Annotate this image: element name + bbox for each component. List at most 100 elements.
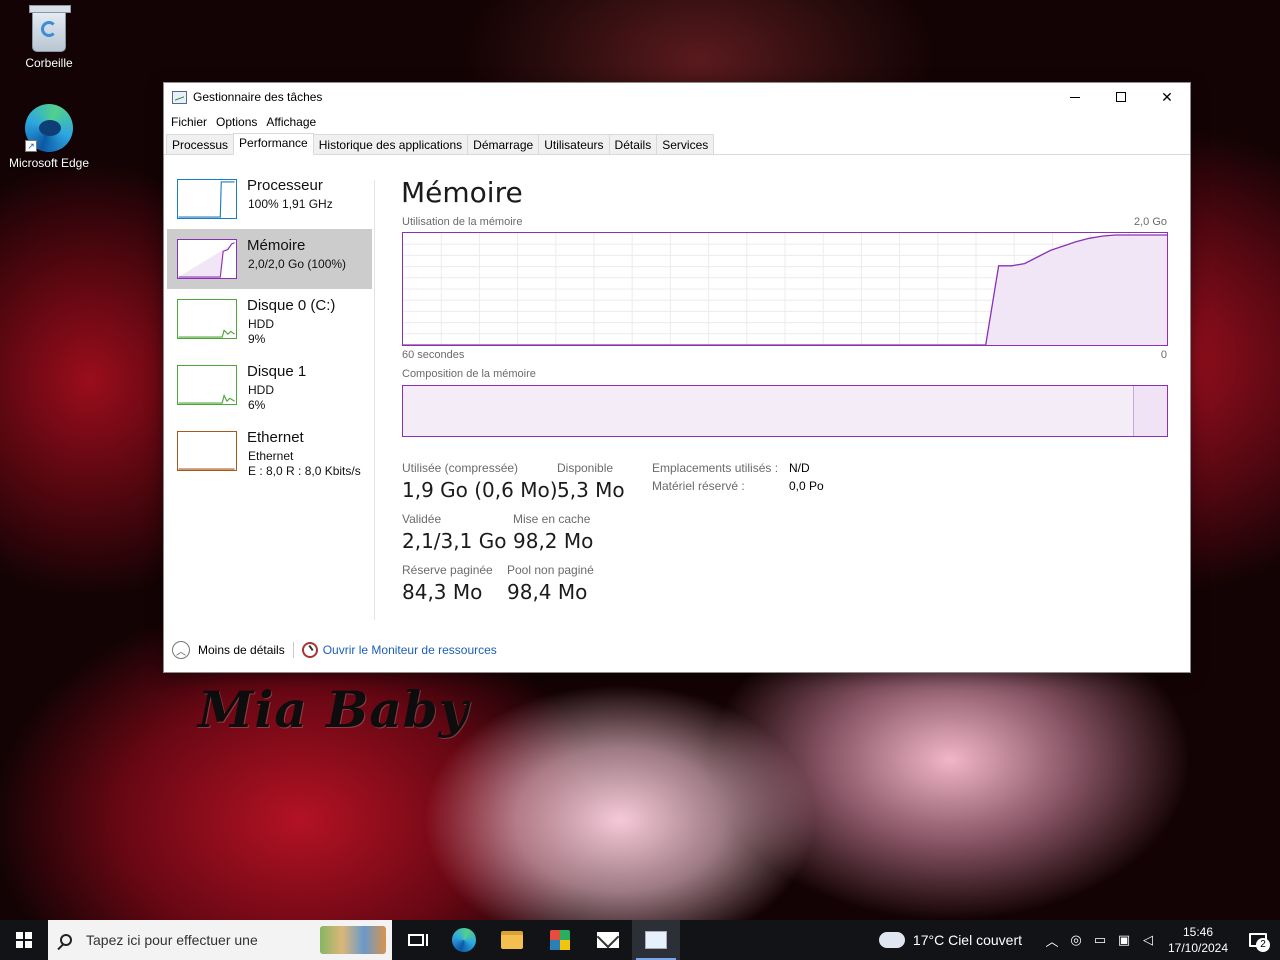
edge-icon <box>452 928 476 952</box>
stat-label: Mise en cache <box>513 512 591 526</box>
stat-label: Réserve paginée <box>402 563 493 577</box>
windows-logo-icon <box>16 932 32 948</box>
memory-panel: Mémoire Utilisation de la mémoire 2,0 Go… <box>401 176 1171 616</box>
sidebar-item-detail: 2,0/2,0 Go (100%) <box>248 257 347 271</box>
sidebar-item-detail-2: 9% <box>248 332 266 346</box>
sidebar-item-name: Ethernet <box>247 429 304 446</box>
reserved-row: Matériel réservé : <box>652 479 745 493</box>
sidebar-item-processeur[interactable]: Processeur 100% 1,91 GHz <box>167 169 372 229</box>
reserved-label: Matériel réservé : <box>652 479 745 493</box>
sidebar-item-detail: Ethernet <box>248 449 294 463</box>
stat-label: Validée <box>402 512 442 526</box>
folder-icon <box>501 931 523 949</box>
recycle-bin-icon <box>29 5 71 52</box>
taskbar-search[interactable]: Tapez ici pour effectuer une <box>48 920 392 960</box>
disk0-thumbnail-graph <box>177 299 237 339</box>
weather-text[interactable]: 17°C Ciel couvert <box>913 932 1022 948</box>
stat-disponible: Disponible 5,3 Mo <box>557 461 625 502</box>
title-bar[interactable]: Gestionnaire des tâches ✕ <box>164 83 1190 111</box>
fewer-details-button[interactable]: Moins de détails <box>198 643 285 657</box>
taskbar-file-explorer[interactable] <box>488 920 536 960</box>
meet-now-icon[interactable]: ◎ <box>1064 920 1088 960</box>
tab-utilisateurs[interactable]: Utilisateurs <box>538 134 610 154</box>
stat-pool-non-pagine: Pool non paginé 98,4 Mo <box>507 563 594 604</box>
start-button[interactable] <box>0 920 48 960</box>
sidebar-item-detail: 100% 1,91 GHz <box>248 197 333 211</box>
composition-segment-cache[interactable] <box>1133 386 1167 436</box>
sidebar-item-name: Processeur <box>247 177 323 194</box>
task-manager-window: Gestionnaire des tâches ✕ Fichier Option… <box>163 82 1191 673</box>
notification-center-button[interactable]: 2 <box>1236 920 1280 960</box>
usage-graph-label: Utilisation de la mémoire <box>402 216 523 228</box>
reserved-value: 0,0 Po <box>789 479 824 493</box>
slots-label: Emplacements utilisés : <box>652 461 779 475</box>
maximize-button[interactable] <box>1098 83 1144 111</box>
stat-value: 98,4 Mo <box>507 580 588 604</box>
stat-reserve-paginee: Réserve paginée 84,3 Mo <box>402 563 493 604</box>
menu-options[interactable]: Options <box>215 115 263 129</box>
sidebar-item-detail-2: 6% <box>248 398 266 412</box>
memory-thumbnail-graph <box>177 239 237 279</box>
taskbar-edge[interactable] <box>440 920 488 960</box>
panel-divider[interactable] <box>374 180 375 620</box>
tab-services[interactable]: Services <box>656 134 715 154</box>
disk1-thumbnail-graph <box>177 365 237 405</box>
weather-cloudy-icon[interactable] <box>875 925 905 948</box>
sidebar-item-detail: HDD <box>248 317 274 331</box>
task-view-button[interactable] <box>392 920 440 960</box>
menu-fichier[interactable]: Fichier <box>170 115 213 129</box>
sidebar-item-detail-2: E : 8,0 R : 8,0 Kbits/s <box>248 464 361 478</box>
sidebar-item-name: Disque 1 <box>247 363 307 380</box>
resource-monitor-icon <box>301 642 318 658</box>
clock[interactable]: 15:46 17/10/2024 <box>1166 924 1230 956</box>
sidebar-item-ethernet[interactable]: Ethernet Ethernet E : 8,0 R : 8,0 Kbits/… <box>167 421 372 481</box>
performance-content: Processeur 100% 1,91 GHz Mémoire 2,0/2,0… <box>164 156 1190 622</box>
close-button[interactable]: ✕ <box>1144 83 1190 111</box>
sidebar-item-name: Disque 0 (C:) <box>247 297 336 314</box>
memory-composition-bar[interactable] <box>402 385 1168 437</box>
desktop-icon-recycle-bin[interactable]: Corbeille <box>6 5 92 70</box>
sidebar-item-name: Mémoire <box>247 237 306 254</box>
menu-affichage[interactable]: Affichage <box>265 115 322 129</box>
network-icon[interactable]: ▣ <box>1112 920 1136 960</box>
stat-validee: Validée 2,1/3,1 Go <box>402 512 506 553</box>
open-resource-monitor-link[interactable]: Ouvrir le Moniteur de ressources <box>323 643 497 657</box>
desktop-icon-edge[interactable]: ↗ Microsoft Edge <box>6 104 92 170</box>
chevron-up-icon[interactable]: ︿ <box>172 641 190 659</box>
chevron-up-icon[interactable]: ︿ <box>1040 920 1064 960</box>
tab-processus[interactable]: Processus <box>166 134 235 154</box>
task-manager-icon <box>172 90 187 104</box>
tab-strip: Processus Performance Historique des app… <box>164 133 1190 155</box>
graph-time-right: 0 <box>1160 349 1167 361</box>
stat-label: Utilisée (compressée) <box>402 461 519 475</box>
composition-label: Composition de la mémoire <box>402 368 536 380</box>
slots-row: Emplacements utilisés : <box>652 461 778 475</box>
tab-historique[interactable]: Historique des applications <box>312 134 469 154</box>
wallpaper-signature: Mia Baby <box>198 680 469 739</box>
graph-time-left: 60 secondes <box>402 349 465 361</box>
volume-muted-icon[interactable]: ◁ <box>1136 920 1160 960</box>
stat-value: 98,2 Mo <box>513 529 594 553</box>
tab-performance[interactable]: Performance <box>233 133 314 155</box>
sidebar-item-disque-0[interactable]: Disque 0 (C:) HDD 9% <box>167 289 372 349</box>
ethernet-thumbnail-graph <box>177 431 237 471</box>
tab-details[interactable]: Détails <box>608 134 658 154</box>
stat-utilisee: Utilisée (compressée) 1,9 Go (0,6 Mo) <box>402 461 558 502</box>
taskbar-mail[interactable] <box>584 920 632 960</box>
sidebar-item-memoire[interactable]: Mémoire 2,0/2,0 Go (100%) <box>167 229 372 289</box>
reserved-value-cell: 0,0 Po <box>789 479 824 493</box>
notification-count: 2 <box>1256 938 1270 952</box>
store-icon <box>550 930 570 950</box>
sidebar-item-detail: HDD <box>248 383 274 397</box>
taskbar-store[interactable] <box>536 920 584 960</box>
sidebar-item-disque-1[interactable]: Disque 1 HDD 6% <box>167 355 372 415</box>
tab-demarrage[interactable]: Démarrage <box>467 134 540 154</box>
search-placeholder: Tapez ici pour effectuer une <box>86 932 258 948</box>
footer-separator <box>292 642 294 658</box>
battery-icon[interactable]: ▭ <box>1088 920 1112 960</box>
desktop-icon-label: Corbeille <box>25 56 73 70</box>
stat-value: 5,3 Mo <box>557 478 625 502</box>
search-highlight-image <box>320 926 386 954</box>
minimize-button[interactable] <box>1052 83 1098 111</box>
taskbar-task-manager[interactable] <box>632 920 680 960</box>
